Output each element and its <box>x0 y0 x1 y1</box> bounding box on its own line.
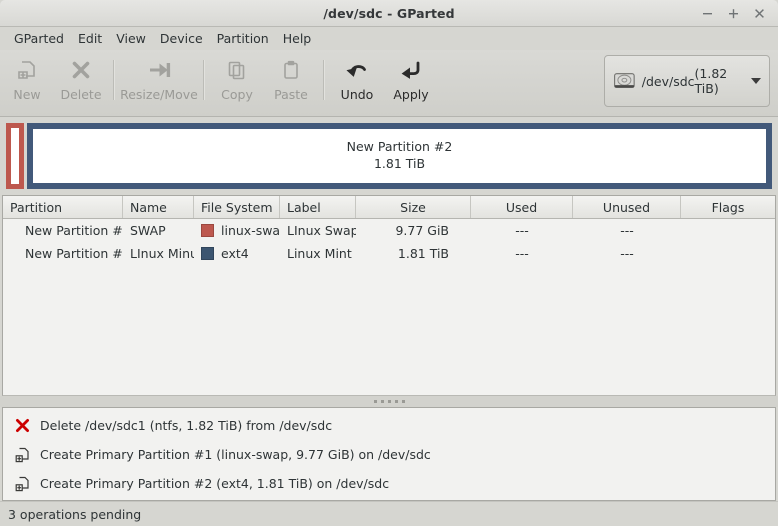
partition-graphic-swap[interactable] <box>6 123 24 189</box>
splitter-dot <box>380 400 384 403</box>
cell-file-system: ext4 <box>194 246 280 261</box>
copy-icon <box>226 58 248 82</box>
column-header-used[interactable]: Used <box>471 196 573 218</box>
new-partition-button[interactable]: New <box>0 54 54 102</box>
splitter-dot <box>394 400 398 403</box>
device-name: /dev/sdc <box>641 73 695 89</box>
window-title: /dev/sdc - GParted <box>323 5 455 21</box>
menu-item-view[interactable]: View <box>109 29 153 48</box>
column-header-label[interactable]: Label <box>280 196 356 218</box>
column-header-size[interactable]: Size <box>356 196 471 218</box>
partition-table: Partition Name File System Label Size Us… <box>2 195 776 396</box>
cell-used: --- <box>515 223 529 238</box>
delete-x-icon <box>12 417 32 435</box>
cell-size: 1.81 TiB <box>397 246 449 261</box>
filesystem-color-swatch <box>201 224 214 237</box>
table-row[interactable]: New Partition #2 LInux Minut ext4 Linux … <box>3 242 775 265</box>
minimize-icon[interactable] <box>700 6 715 21</box>
partition-graphic-main[interactable]: New Partition #2 1.81 TiB <box>27 123 772 189</box>
apply-label: Apply <box>393 87 429 102</box>
column-header-unused[interactable]: Unused <box>573 196 681 218</box>
chevron-down-icon <box>751 78 761 84</box>
toolbar-separator <box>113 60 115 100</box>
column-header-file-system[interactable]: File System <box>194 196 280 218</box>
cell-partition: New Partition #1 <box>25 223 123 238</box>
list-item[interactable]: Create Primary Partition #1 (linux-swap,… <box>3 440 775 469</box>
paste-label: Paste <box>274 87 308 102</box>
titlebar: /dev/sdc - GParted <box>0 0 778 27</box>
pending-operations-list: Delete /dev/sdc1 (ntfs, 1.82 TiB) from /… <box>2 407 776 501</box>
new-partition-icon <box>12 446 32 464</box>
delete-label: Delete <box>60 87 102 102</box>
partition-graphic: New Partition #2 1.81 TiB <box>0 117 778 195</box>
menu-item-help[interactable]: Help <box>276 29 319 48</box>
device-size: (1.82 TiB) <box>694 66 728 96</box>
toolbar-separator <box>203 60 205 100</box>
statusbar: 3 operations pending <box>0 501 778 526</box>
menubar: GParted Edit View Device Partition Help <box>0 27 778 50</box>
apply-arrow-icon <box>399 58 423 82</box>
copy-button[interactable]: Copy <box>210 54 264 102</box>
cell-used: --- <box>515 246 529 261</box>
resize-move-icon <box>147 58 171 82</box>
partition-table-body: New Partition #1 SWAP linux-swap LInux S… <box>3 219 775 395</box>
close-icon[interactable] <box>752 6 767 21</box>
new-partition-icon <box>16 58 38 82</box>
cell-partition: New Partition #2 <box>25 246 123 261</box>
undo-button[interactable]: Undo <box>330 54 384 102</box>
operation-text: Create Primary Partition #1 (linux-swap,… <box>40 447 431 462</box>
menu-item-gparted[interactable]: GParted <box>7 29 71 48</box>
maximize-icon[interactable] <box>726 6 741 21</box>
table-row[interactable]: New Partition #1 SWAP linux-swap LInux S… <box>3 219 775 242</box>
paste-icon <box>280 58 302 82</box>
list-item[interactable]: Delete /dev/sdc1 (ntfs, 1.82 TiB) from /… <box>3 411 775 440</box>
new-partition-icon <box>12 475 32 493</box>
cell-size: 9.77 GiB <box>395 223 449 238</box>
status-text: 3 operations pending <box>8 506 142 522</box>
partition-table-header: Partition Name File System Label Size Us… <box>3 196 775 219</box>
undo-arrow-icon <box>345 58 369 82</box>
apply-button[interactable]: Apply <box>384 54 438 102</box>
cell-file-system-label: ext4 <box>221 246 249 261</box>
toolbar: New Delete Resize/Move Copy Paste Undo A… <box>0 50 778 117</box>
column-header-flags[interactable]: Flags <box>681 196 775 218</box>
delete-button[interactable]: Delete <box>54 54 108 102</box>
cell-name: LInux Minut <box>130 246 194 261</box>
cell-label: Linux Mint <box>287 246 352 261</box>
splitter-dot <box>373 400 377 403</box>
partition-graphic-strip: New Partition #2 1.81 TiB <box>6 123 772 189</box>
device-selector[interactable]: /dev/sdc (1.82 TiB) <box>604 55 770 107</box>
menu-item-partition[interactable]: Partition <box>210 29 276 48</box>
cell-file-system: linux-swap <box>194 223 280 238</box>
new-partition-label: New <box>13 87 41 102</box>
cell-unused: --- <box>620 246 634 261</box>
cell-name: SWAP <box>130 223 166 238</box>
paste-button[interactable]: Paste <box>264 54 318 102</box>
copy-label: Copy <box>221 87 253 102</box>
cell-unused: --- <box>620 223 634 238</box>
splitter-dot <box>401 400 405 403</box>
filesystem-color-swatch <box>201 247 214 260</box>
window-controls <box>700 6 778 21</box>
toolbar-separator <box>323 60 325 100</box>
pane-splitter[interactable] <box>0 396 778 407</box>
undo-label: Undo <box>340 87 374 102</box>
menu-item-device[interactable]: Device <box>153 29 210 48</box>
operation-text: Create Primary Partition #2 (ext4, 1.81 … <box>40 476 390 491</box>
splitter-dot <box>387 400 391 403</box>
resize-move-label: Resize/Move <box>120 87 198 102</box>
cell-file-system-label: linux-swap <box>221 223 280 238</box>
gparted-window: /dev/sdc - GParted GParted Edit View Dev… <box>0 0 778 526</box>
hard-disk-icon <box>614 73 635 89</box>
operation-text: Delete /dev/sdc1 (ntfs, 1.82 TiB) from /… <box>40 418 333 433</box>
column-header-name[interactable]: Name <box>123 196 194 218</box>
partition-graphic-title: New Partition #2 <box>346 139 453 155</box>
list-item[interactable]: Create Primary Partition #2 (ext4, 1.81 … <box>3 469 775 498</box>
partition-graphic-size: 1.81 TiB <box>373 156 426 171</box>
resize-move-button[interactable]: Resize/Move <box>120 54 198 102</box>
menu-item-edit[interactable]: Edit <box>71 29 109 48</box>
cell-label: LInux Swap <box>287 223 356 238</box>
column-header-partition[interactable]: Partition <box>3 196 123 218</box>
delete-x-icon <box>70 58 92 82</box>
